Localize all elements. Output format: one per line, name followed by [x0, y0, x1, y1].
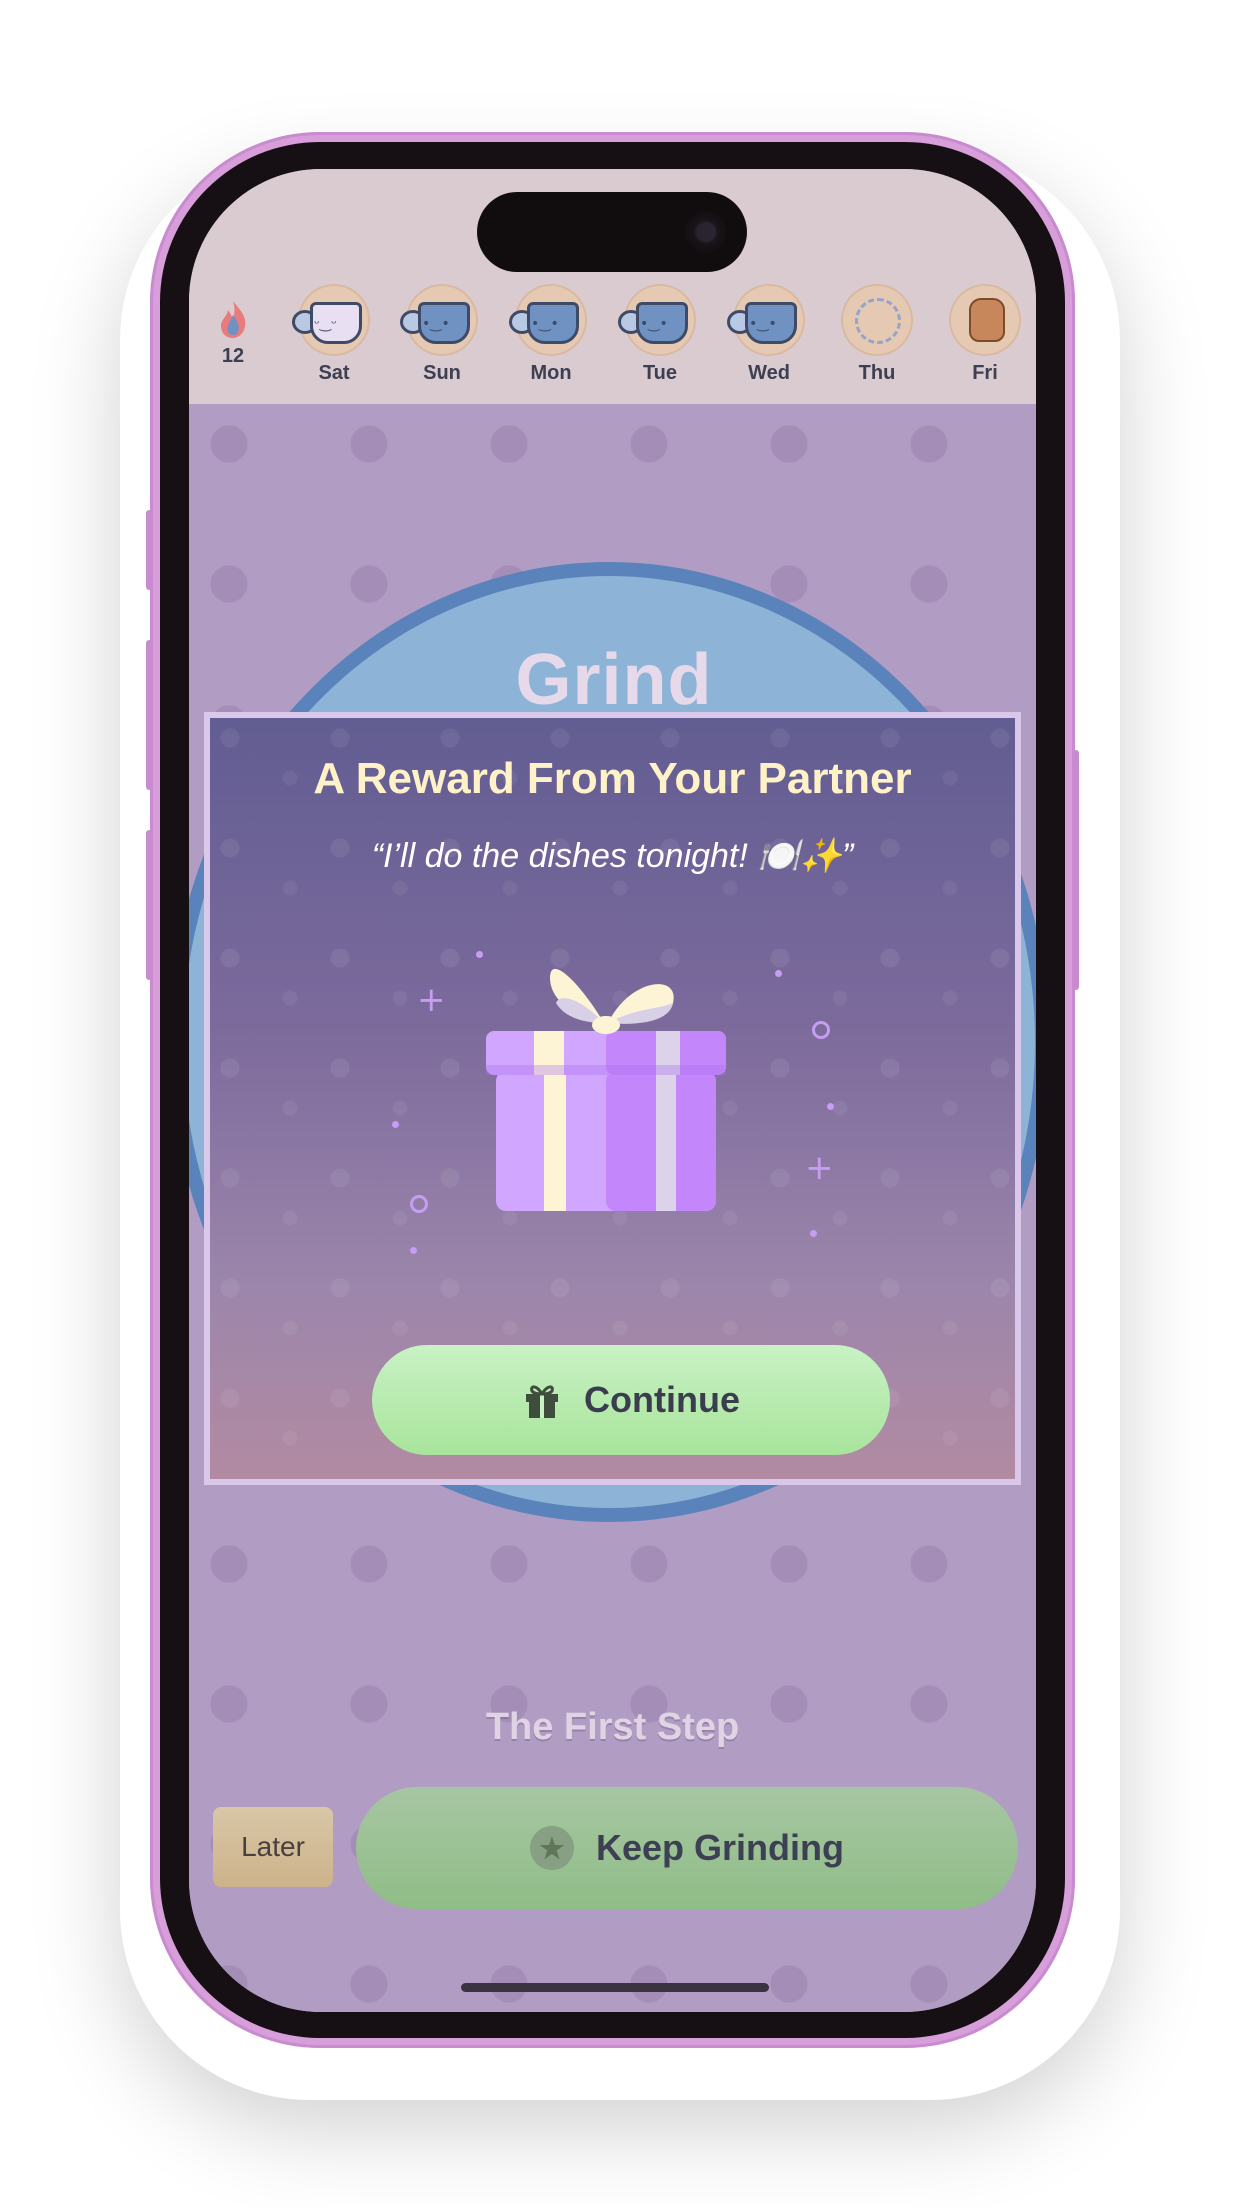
sparkle-dot-icon [410, 1247, 417, 1254]
day-fri[interactable]: Fri [940, 286, 1030, 385]
reward-quote: “I’ll do the dishes tonight! 🍽️✨” [371, 837, 854, 875]
later-button[interactable]: Later [213, 1807, 333, 1887]
gift-icon [486, 968, 726, 1211]
sparkle-ring-icon [410, 1195, 428, 1213]
day-label: Sat [318, 362, 350, 384]
achievement-title: The First Step [485, 1706, 740, 1748]
side-button-action [146, 510, 152, 590]
camera-icon [685, 211, 727, 253]
side-button-volume-down [146, 830, 152, 980]
sparkle-plus-icon: + [417, 980, 446, 1020]
cup-face: •‿• [422, 316, 450, 332]
day-label: Fri [972, 362, 998, 384]
continue-button[interactable]: Continue [372, 1345, 890, 1455]
dynamic-island [477, 192, 747, 272]
sparkle-plus-icon: + [805, 1148, 834, 1188]
streak-counter: 12 [211, 297, 255, 368]
sparkle-ring-icon [812, 1021, 830, 1039]
continue-label: Continue [584, 1379, 740, 1420]
gift-icon [526, 1385, 558, 1418]
empty-slot-icon [855, 298, 901, 344]
day-mon[interactable]: •‿• Mon [506, 286, 596, 385]
day-label: Mon [530, 362, 572, 384]
reward-modal: A Reward From Your Partner “I’ll do the … [204, 712, 1021, 1485]
modal-title: A Reward From Your Partner [313, 754, 912, 803]
cup-face: •‿• [749, 316, 777, 332]
day-sun[interactable]: •‿• Sun [397, 286, 487, 385]
cup-face: •‿• [531, 316, 559, 332]
home-indicator[interactable] [461, 1983, 769, 1992]
sparkle-dot-icon [775, 970, 782, 977]
cup-face: •‿• [640, 316, 668, 332]
coffee-sack-icon [969, 298, 1005, 342]
day-label: Tue [642, 362, 678, 384]
cup-face: ᵕ‿ᵕ [314, 316, 337, 332]
app-screen: 12 ᵕ‿ᵕ Sat •‿• Sun •‿• Mon •‿• Tue •‿• W… [189, 169, 1036, 2012]
flame-icon [221, 301, 246, 338]
star-icon: ★ [529, 1826, 574, 1870]
day-label: Thu [858, 362, 896, 384]
keep-grinding-button[interactable]: ★ Keep Grinding [356, 1787, 1018, 1909]
sparkle-dot-icon [810, 1230, 817, 1237]
day-tue[interactable]: •‿• Tue [615, 286, 705, 385]
keep-grinding-label: Keep Grinding [595, 1827, 844, 1868]
sparkle-dot-icon [827, 1103, 834, 1110]
day-label: Sun [423, 362, 461, 384]
day-thu[interactable]: Thu [832, 286, 922, 385]
day-wed[interactable]: •‿• Wed [724, 286, 814, 385]
day-label: Wed [748, 362, 790, 384]
sparkle-dot-icon [392, 1121, 399, 1128]
day-sat[interactable]: ᵕ‿ᵕ Sat [289, 286, 379, 385]
side-button-volume-up [146, 640, 152, 790]
streak-count: 12 [221, 345, 245, 367]
side-button-power [1073, 750, 1079, 990]
